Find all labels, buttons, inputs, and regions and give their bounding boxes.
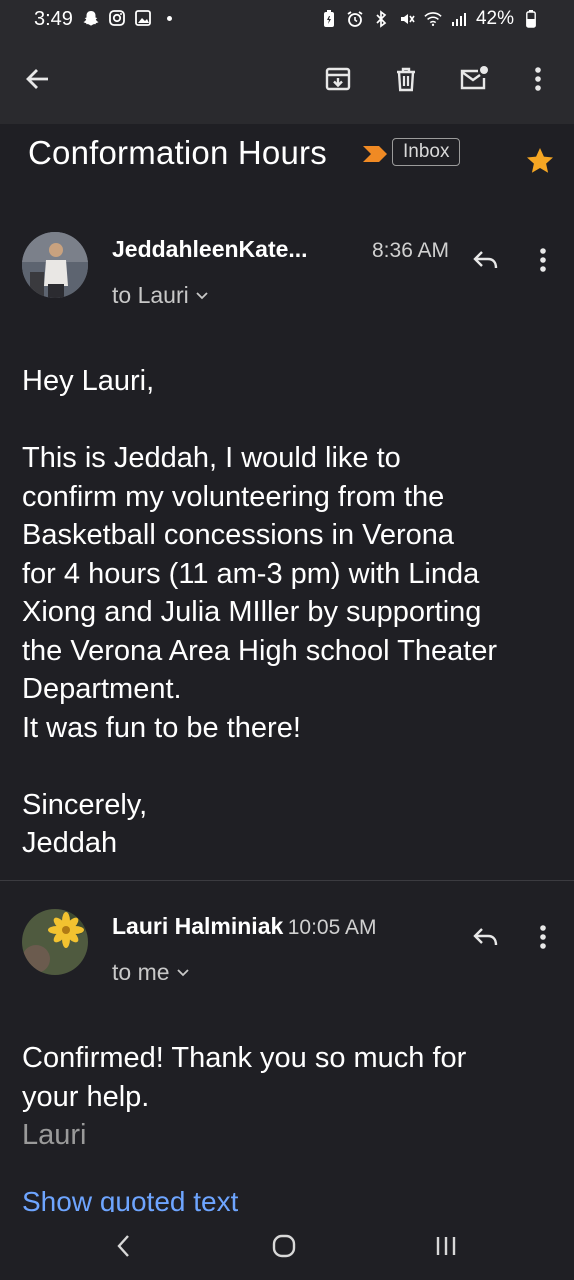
body-line: It was fun to be there! (22, 711, 301, 744)
top-app-bar (0, 40, 574, 124)
body-line: Sincerely, (22, 788, 148, 821)
sender-avatar[interactable] (22, 232, 88, 298)
star-icon (527, 148, 553, 173)
archive-button[interactable] (318, 59, 358, 99)
message-time: 8:36 AM (372, 239, 450, 262)
status-time: 3:49 (34, 8, 73, 30)
home-icon (272, 1234, 296, 1258)
bluetooth-icon (372, 10, 390, 28)
back-arrow-icon (26, 69, 48, 89)
recipient-text: to me (112, 959, 170, 985)
status-bar: 3:49 42% (0, 0, 574, 40)
status-system-icons: 42% (320, 8, 540, 30)
kebab-menu-icon (540, 248, 546, 272)
body-line: Hey Lauri, (22, 365, 155, 397)
sender-line: Lauri Halminiak 10:05 AM (112, 913, 376, 940)
nav-back-chevron-icon (117, 1235, 129, 1257)
chevron-down-icon (176, 968, 189, 976)
body-line: Jeddah (22, 827, 118, 859)
wifi-icon (424, 10, 442, 28)
message-more-button[interactable] (523, 917, 563, 957)
message-divider (0, 880, 574, 881)
email-subject: Conformation Hours (28, 134, 327, 171)
recents-icon (436, 1237, 456, 1255)
body-line: Xiong and Julia MIller by supporting (22, 596, 482, 628)
sender-name: JeddahleenKate... (112, 236, 308, 262)
sender-avatar[interactable] (22, 909, 88, 975)
mute-icon (398, 10, 416, 28)
kebab-menu-icon (535, 67, 541, 91)
star-button[interactable] (524, 145, 556, 182)
body-line: Department. (22, 673, 182, 705)
battery-saver-icon (320, 10, 338, 28)
body-line: the Verona Area High school Theater (22, 634, 498, 667)
system-navigation-bar (0, 1212, 574, 1280)
archive-icon (325, 67, 351, 91)
trash-icon (397, 67, 415, 92)
body-line: This is Jeddah, I would like to (22, 442, 401, 474)
message-more-button[interactable] (523, 240, 563, 280)
inbox-label-chip[interactable]: Inbox (392, 138, 461, 166)
gallery-icon (134, 9, 152, 27)
body-line: Confirmed! Thank you so much for (22, 1042, 467, 1074)
message-body: Hey Lauri, This is Jeddah, I would like … (22, 362, 562, 863)
recipient-details-toggle[interactable]: to Lauri (112, 282, 209, 309)
reply-icon (473, 928, 498, 946)
chevron-down-icon (196, 291, 208, 299)
more-notifications-dot-icon (160, 9, 178, 27)
delete-button[interactable] (386, 59, 426, 99)
nav-recents-button[interactable] (426, 1226, 466, 1266)
reply-icon (473, 251, 498, 269)
body-line: confirm my volunteering from the (22, 480, 445, 513)
recipient-details-toggle[interactable]: to me (112, 959, 190, 986)
body-line: Basketball concessions in Verona (22, 519, 455, 551)
instagram-icon (108, 9, 126, 27)
more-options-button[interactable] (518, 59, 558, 99)
recipient-text: to Lauri (112, 282, 189, 308)
reply-button[interactable] (466, 917, 506, 957)
mark-unread-mail-icon (460, 66, 488, 90)
message-body: Confirmed! Thank you so much for your he… (22, 1039, 562, 1155)
battery-percent: 42% (475, 8, 514, 29)
message-time: 10:05 AM (287, 916, 377, 939)
nav-home-button[interactable] (264, 1226, 304, 1266)
alarm-icon (346, 10, 364, 28)
reply-button[interactable] (466, 240, 506, 280)
signature: Lauri (22, 1119, 87, 1151)
mark-unread-button[interactable] (454, 59, 494, 99)
back-button[interactable] (18, 59, 58, 99)
nav-back-button[interactable] (104, 1226, 144, 1266)
status-notification-icons (82, 9, 178, 27)
signal-icon (450, 10, 468, 28)
snapchat-icon (82, 9, 100, 27)
body-line: for 4 hours (11 am-3 pm) with Linda (22, 557, 480, 590)
kebab-menu-icon (540, 925, 546, 949)
body-line: your help. (22, 1080, 150, 1113)
battery-icon (522, 10, 540, 28)
sender-name: Lauri Halminiak (112, 913, 284, 939)
importance-marker-icon[interactable] (362, 145, 388, 168)
